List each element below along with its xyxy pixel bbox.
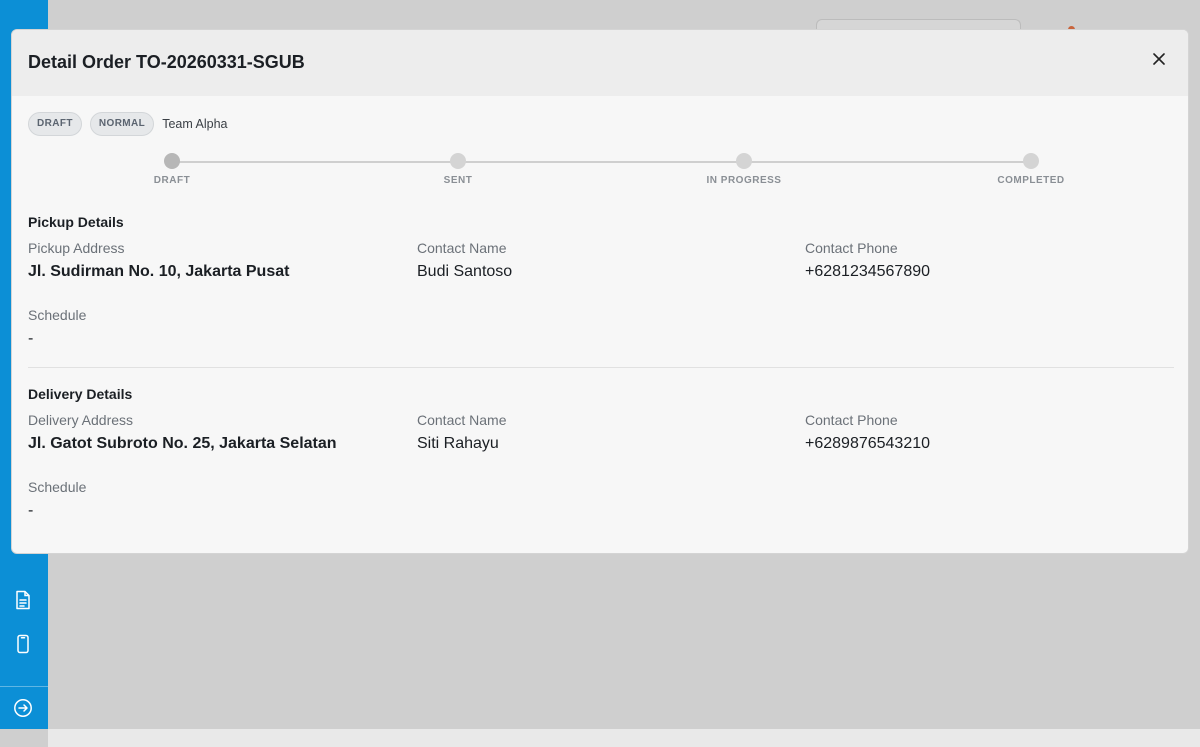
field-value: Siti Rahayu (417, 435, 499, 452)
step-label: SENT (443, 175, 473, 186)
mobile-icon[interactable] (12, 633, 34, 655)
field-label: Contact Name (417, 412, 507, 428)
logout-icon[interactable] (12, 697, 34, 719)
step-draft: DRAFT (112, 152, 232, 186)
step-sent: SENT (398, 152, 518, 186)
delivery-address-field: Delivery Address Jl. Gatot Subroto No. 2… (28, 412, 337, 453)
delivery-contact-name-field: Contact Name Siti Rahayu (417, 412, 506, 453)
field-value: Jl. Gatot Subroto No. 25, Jakarta Selata… (28, 435, 337, 452)
close-button[interactable] (1148, 48, 1170, 70)
order-detail-modal: Detail Order TO-20260331-SGUB DRAFT NORM… (11, 29, 1189, 554)
status-badge: DRAFT (28, 112, 82, 136)
field-value: Budi Santoso (417, 263, 513, 280)
pickup-details-section: Pickup Details Pickup Address Jl. Sudirm… (28, 214, 1174, 354)
document-icon[interactable] (12, 589, 34, 611)
team-label: Team Alpha (162, 117, 228, 131)
field-value: +6289876543210 (805, 435, 931, 452)
modal-title: Detail Order TO-20260331-SGUB (28, 52, 305, 72)
field-label: Contact Phone (805, 412, 898, 428)
step-dot (450, 153, 466, 169)
section-title: Pickup Details (28, 214, 124, 230)
background-footer-strip (48, 729, 1200, 747)
order-badges: DRAFT NORMAL Team Alpha (28, 112, 228, 136)
field-label: Pickup Address (28, 240, 125, 256)
priority-badge: NORMAL (89, 112, 155, 136)
step-completed: COMPLETED (971, 152, 1091, 186)
step-label: COMPLETED (997, 175, 1065, 186)
step-in-progress: IN PROGRESS (684, 152, 804, 186)
step-label: IN PROGRESS (706, 175, 782, 186)
section-divider (28, 367, 1174, 368)
pickup-address-field: Pickup Address Jl. Sudirman No. 10, Jaka… (28, 240, 289, 281)
close-icon (1153, 53, 1165, 65)
stepper-line (172, 161, 1031, 163)
delivery-contact-phone-field: Contact Phone +6289876543210 (805, 412, 930, 453)
field-label: Delivery Address (28, 412, 134, 428)
field-value: Jl. Sudirman No. 10, Jakarta Pusat (28, 263, 290, 280)
delivery-schedule-field: Schedule - (28, 479, 86, 520)
field-value: - (28, 502, 34, 519)
pickup-contact-name-field: Contact Name Budi Santoso (417, 240, 512, 281)
delivery-details-section: Delivery Details Delivery Address Jl. Ga… (28, 386, 1174, 526)
order-progress-stepper: DRAFT SENT IN PROGRESS COMPLETED (12, 152, 1188, 192)
sidebar-divider (0, 686, 48, 687)
field-label: Contact Name (417, 240, 507, 256)
step-label: DRAFT (153, 175, 191, 186)
field-label: Contact Phone (805, 240, 898, 256)
step-dot (164, 153, 180, 169)
field-label: Schedule (28, 479, 87, 495)
pickup-contact-phone-field: Contact Phone +6281234567890 (805, 240, 930, 281)
field-label: Schedule (28, 307, 87, 323)
step-dot (1023, 153, 1039, 169)
pickup-schedule-field: Schedule - (28, 307, 86, 348)
field-value: - (28, 330, 34, 347)
section-title: Delivery Details (28, 386, 133, 402)
step-dot (736, 153, 752, 169)
field-value: +6281234567890 (805, 263, 931, 280)
modal-header: Detail Order TO-20260331-SGUB (12, 30, 1188, 96)
